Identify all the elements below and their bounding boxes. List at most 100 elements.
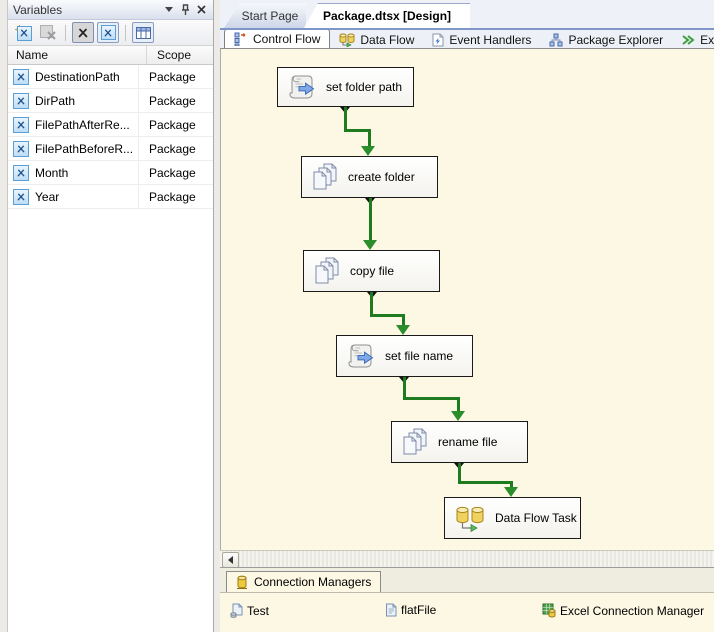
connection-managers-tabrow: Connection Managers (220, 568, 714, 593)
tab-data-flow[interactable]: Data Flow (330, 31, 423, 48)
script-task-icon (346, 343, 376, 369)
connection-manager-label: flatFile (401, 603, 436, 617)
control-flow-icon (234, 32, 248, 46)
data-flow-task-icon (454, 505, 486, 532)
connection-managers-panel: Connection Managers Test (220, 567, 714, 632)
connection-managers-icon (236, 575, 248, 590)
column-header-name[interactable]: Name (8, 46, 147, 64)
scroll-left-button[interactable] (222, 552, 239, 568)
variable-name: DestinationPath (29, 70, 120, 84)
task-label: set folder path (326, 80, 402, 94)
variable-icon (13, 189, 29, 205)
document-tab-strip: Start Page Package.dtsx [Design] (220, 0, 714, 30)
task-rename-file[interactable]: rename file (391, 421, 528, 463)
tab-execution-results[interactable]: Execution Re (672, 31, 714, 48)
variable-icon (13, 93, 29, 109)
show-system-variables-icon[interactable] (72, 22, 94, 43)
variable-row[interactable]: Year Package (8, 185, 213, 209)
connector-arrowhead-icon (451, 411, 465, 421)
task-set-file-name[interactable]: set file name (336, 335, 473, 377)
oledb-connection-icon (230, 603, 243, 618)
task-create-folder[interactable]: create folder (301, 156, 438, 198)
file-system-task-icon (401, 428, 429, 456)
variable-scope: Package (139, 190, 213, 204)
file-system-task-icon (311, 163, 339, 191)
variable-scope: Package (139, 166, 213, 180)
tab-label: Execution Re (700, 33, 714, 47)
variables-title: Variables (13, 3, 160, 17)
tab-label: Connection Managers (254, 575, 371, 589)
connector-arrowhead-icon (396, 325, 410, 335)
task-label: create folder (348, 170, 415, 184)
tab-label: Data Flow (360, 33, 414, 47)
event-handlers-icon (432, 33, 444, 47)
variable-icon (13, 141, 29, 157)
task-label: set file name (385, 349, 453, 363)
variable-scope: Package (139, 94, 213, 108)
variable-name: FilePathBeforeR... (29, 142, 133, 156)
variable-row[interactable]: FilePathBeforeR... Package (8, 137, 213, 161)
tab-label: Start Page (242, 9, 299, 23)
excel-connection-icon (542, 603, 556, 618)
tab-connection-managers[interactable]: Connection Managers (226, 571, 381, 592)
execution-results-icon (681, 34, 695, 46)
variables-panel: Variables (7, 0, 214, 632)
connection-manager-excel[interactable]: Excel Connection Manager (542, 603, 704, 618)
script-task-icon (287, 74, 317, 100)
variable-row[interactable]: Month Package (8, 161, 213, 185)
data-flow-icon (339, 33, 355, 47)
task-label: copy file (350, 264, 394, 278)
window-position-chevron-icon[interactable] (162, 3, 176, 17)
tab-label: Control Flow (253, 32, 320, 46)
show-all-variables-icon[interactable] (97, 22, 119, 43)
variables-toolbar (8, 20, 213, 46)
task-set-folder-path[interactable]: set folder path (277, 67, 414, 107)
close-icon[interactable] (194, 3, 208, 17)
tab-label: Package.dtsx [Design] (323, 9, 451, 23)
tab-control-flow[interactable]: Control Flow (224, 30, 330, 48)
choose-variable-columns-icon[interactable] (132, 22, 154, 43)
horizontal-scrollbar[interactable] (220, 550, 714, 567)
designer-area: Start Page Package.dtsx [Design] Control… (220, 0, 714, 632)
connector-arrowhead-icon (361, 146, 375, 156)
variable-scope: Package (139, 142, 213, 156)
column-header-scope[interactable]: Scope (147, 46, 213, 64)
variable-name: Year (29, 190, 59, 204)
control-flow-canvas[interactable]: set folder path create folder (220, 48, 714, 550)
connection-manager-label: Test (247, 604, 269, 618)
variable-icon (13, 69, 29, 85)
connection-manager-flatfile[interactable]: flatFile (385, 603, 436, 617)
task-label: Data Flow Task (495, 511, 577, 525)
connection-managers-content: Test flatFile (220, 593, 714, 632)
delete-variable-icon (37, 22, 59, 43)
variable-row[interactable]: DestinationPath Package (8, 65, 213, 89)
tab-package-dtsx[interactable]: Package.dtsx [Design] (304, 3, 470, 28)
file-system-task-icon (313, 257, 341, 285)
add-variable-icon[interactable] (12, 22, 34, 43)
auto-hide-pin-icon[interactable] (178, 3, 192, 17)
connector-arrowhead-icon (504, 487, 518, 497)
tab-package-explorer[interactable]: Package Explorer (540, 31, 672, 48)
variable-icon (13, 165, 29, 181)
variables-titlebar[interactable]: Variables (8, 0, 213, 20)
variable-name: FilePathAfterRe... (29, 118, 130, 132)
variable-name: Month (29, 166, 68, 180)
tab-event-handlers[interactable]: Event Handlers (423, 31, 540, 48)
task-data-flow[interactable]: Data Flow Task (444, 497, 581, 539)
tab-start-page[interactable]: Start Page (224, 3, 306, 28)
variable-scope: Package (139, 118, 213, 132)
connection-manager-test[interactable]: Test (230, 603, 269, 618)
task-copy-file[interactable]: copy file (303, 250, 440, 292)
connection-manager-label: Excel Connection Manager (560, 604, 704, 618)
designer-tab-strip: Control Flow Data Flow (220, 30, 714, 48)
bids-window: Variables (0, 0, 714, 632)
package-explorer-icon (549, 33, 563, 47)
variable-name: DirPath (29, 94, 75, 108)
variables-grid-header: Name Scope (8, 46, 213, 65)
variable-row[interactable]: DirPath Package (8, 89, 213, 113)
scroll-left-arrow-icon (228, 556, 233, 564)
connector-arrowhead-icon (363, 240, 377, 250)
variable-row[interactable]: FilePathAfterRe... Package (8, 113, 213, 137)
variable-scope: Package (139, 70, 213, 84)
variable-icon (13, 117, 29, 133)
